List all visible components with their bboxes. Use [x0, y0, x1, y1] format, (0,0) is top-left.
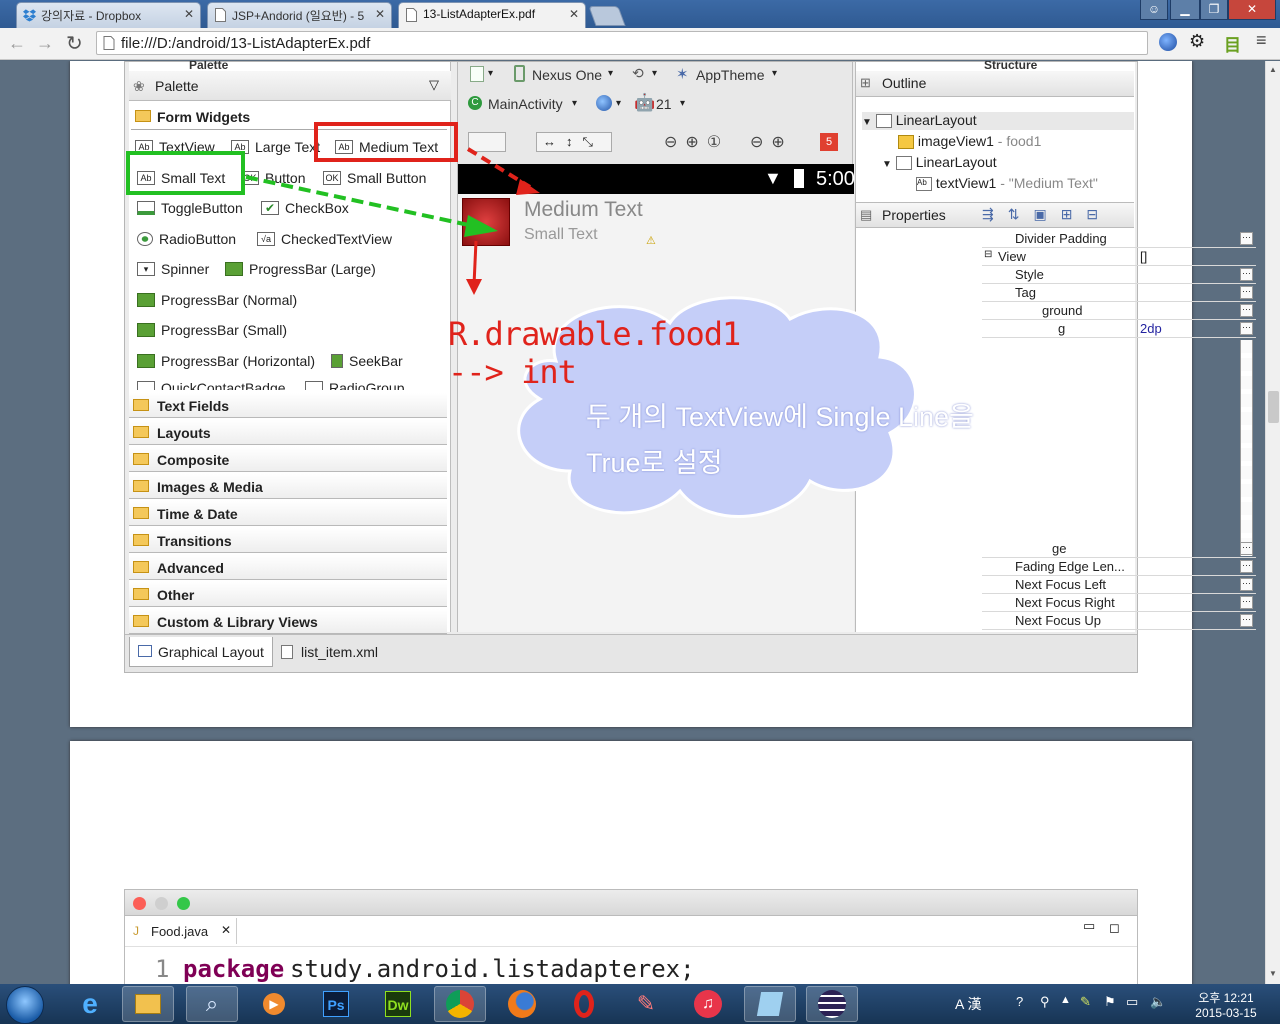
close-traffic-light[interactable]	[133, 897, 146, 910]
clock[interactable]: 오후 12:21 2015-03-15	[1184, 989, 1268, 1020]
more-icon[interactable]: ···	[1240, 322, 1253, 335]
cloud-text-line2: True로 설정	[586, 448, 723, 478]
display-icon[interactable]: ▭	[1126, 994, 1138, 1010]
arrowhead-icon	[466, 279, 482, 295]
back-icon[interactable]: ←	[8, 33, 26, 54]
code-window-titlebar	[125, 890, 1137, 916]
ime-indicator[interactable]: A 漢	[955, 994, 981, 1014]
clock-date: 2015-03-15	[1195, 1006, 1257, 1020]
search-icon[interactable]: ⌕	[186, 986, 238, 1022]
drawable-annotation-2: --> int	[448, 353, 577, 391]
close-icon[interactable]: ✕	[221, 923, 231, 937]
page-icon	[406, 8, 417, 22]
volume-icon[interactable]: 🔈	[1150, 994, 1166, 1010]
line-number: 1	[155, 955, 170, 983]
eclipse-icon[interactable]	[806, 986, 858, 1022]
itunes-icon[interactable]: ♫	[682, 986, 734, 1022]
close-icon[interactable]: ✕	[375, 7, 385, 21]
more-icon[interactable]: ···	[1240, 560, 1253, 573]
drawable-annotation-1: R.drawable.food1	[448, 315, 741, 353]
vertical-scrollbar[interactable]: ▲ ▼	[1265, 61, 1280, 984]
code-editor[interactable]: 1 package study.android.listadapterex;	[125, 946, 1137, 984]
more-buttons-column[interactable]	[1240, 340, 1253, 556]
clock-time: 오후 12:21	[1198, 991, 1254, 1005]
arrowhead-icon	[516, 179, 540, 195]
close-icon[interactable]: ✕	[184, 7, 194, 21]
more-icon[interactable]: ···	[1240, 268, 1253, 281]
pen-icon[interactable]: ✎	[1080, 994, 1091, 1010]
minimize-editor-icon[interactable]: ▭	[1083, 918, 1095, 934]
code-text: study.android.listadapterex;	[290, 955, 695, 983]
arrowhead-icon	[464, 215, 498, 237]
dreamweaver-icon[interactable]: Dw	[372, 986, 424, 1022]
cloud-text-line1: 두 개의 TextView에 Single Line을	[586, 402, 974, 432]
chrome-icon[interactable]	[434, 986, 486, 1022]
maximize-editor-icon[interactable]: ◻	[1109, 920, 1120, 936]
more-icon[interactable]: ···	[1240, 596, 1253, 609]
flag-icon[interactable]: ⚑	[1104, 994, 1116, 1010]
pdf-page: J Food.java ✕ ▭ ◻ 1 package study.androi…	[70, 741, 1192, 984]
tab-jsp-android[interactable]: JSP+Andorid (일요반) - 5 ✕	[207, 2, 392, 28]
address-bar[interactable]: file:///D:/android/13-ListAdapterEx.pdf	[96, 31, 1148, 55]
medium-text-highlight	[314, 122, 458, 162]
user-icon[interactable]: ☺	[1140, 0, 1168, 20]
network-icon[interactable]: ⚲	[1040, 994, 1050, 1010]
help-icon[interactable]: ?	[1016, 994, 1023, 1009]
photoshop-icon[interactable]: Ps	[310, 986, 362, 1022]
tab-food-java[interactable]: J Food.java ✕	[127, 918, 237, 944]
globe-extension-icon[interactable]	[1159, 33, 1177, 51]
reload-icon[interactable]: ↻	[66, 31, 83, 56]
media-icon[interactable]: ▶	[248, 986, 300, 1022]
code-keyword: package	[183, 955, 285, 983]
explorer-icon[interactable]	[122, 986, 174, 1022]
close-window-button[interactable]: ✕	[1228, 0, 1276, 20]
minimize-traffic-light[interactable]	[155, 897, 168, 910]
page-icon	[103, 36, 115, 50]
opera-icon[interactable]	[558, 986, 610, 1022]
browser-tab-strip: 강의자료 - Dropbox ✕ JSP+Andorid (일요반) - 5 ✕…	[0, 0, 1280, 28]
scroll-up-icon[interactable]: ▲	[1269, 65, 1277, 74]
page-icon	[215, 8, 226, 22]
more-icon[interactable]: ···	[1240, 304, 1253, 317]
paint-icon[interactable]: ✎	[620, 986, 672, 1022]
tab-title: 강의자료 - Dropbox	[41, 9, 142, 23]
url-text: file:///D:/android/13-ListAdapterEx.pdf	[121, 35, 371, 52]
more-icon[interactable]: ···	[1240, 542, 1253, 555]
tab-dropbox[interactable]: 강의자료 - Dropbox ✕	[16, 2, 201, 28]
maximize-button[interactable]: ❐	[1200, 0, 1228, 20]
pdf-page: Palette ❀ Palette ▽ Form Widgets Ab TextV…	[70, 61, 1256, 727]
annotation-overlay	[126, 122, 917, 518]
menu-icon[interactable]: ≡	[1256, 30, 1267, 51]
tab-pdf[interactable]: 13-ListAdapterEx.pdf ✕	[398, 2, 586, 28]
tab-title: JSP+Andorid (일요반) - 5	[232, 9, 365, 23]
tab-title: 13-ListAdapterEx.pdf	[423, 7, 536, 21]
more-icon[interactable]: ···	[1240, 286, 1253, 299]
dropbox-icon	[23, 9, 36, 22]
small-text-highlight	[126, 151, 245, 195]
java-file-icon: J	[133, 924, 139, 938]
minimize-button[interactable]: ▁	[1170, 0, 1200, 20]
scroll-down-icon[interactable]: ▼	[1269, 969, 1277, 978]
windows-taskbar: e ⌕ ▶ Ps Dw ✎ ♫ A 漢 ? ⚲ ▲ ✎ ⚑ ▭ 🔈 오후 12:…	[0, 984, 1280, 1024]
code-window: J Food.java ✕ ▭ ◻ 1 package study.androi…	[124, 889, 1138, 984]
extension-icon[interactable]: 目	[1224, 31, 1241, 56]
gear-icon[interactable]: ⚙	[1189, 31, 1205, 52]
pdf-viewer[interactable]: Palette ❀ Palette ▽ Form Widgets Ab TextV…	[0, 61, 1265, 984]
more-icon[interactable]: ···	[1240, 614, 1253, 627]
notepad-icon[interactable]	[744, 986, 796, 1022]
new-tab-button[interactable]	[588, 6, 626, 26]
scrollbar-thumb[interactable]	[1268, 391, 1279, 423]
close-icon[interactable]: ✕	[569, 7, 579, 21]
red-arrow	[472, 240, 478, 286]
tray-expand-icon[interactable]: ▲	[1060, 994, 1071, 1006]
ie-icon[interactable]: e	[64, 986, 116, 1022]
forward-icon[interactable]: →	[36, 33, 54, 54]
more-icon[interactable]: ···	[1240, 578, 1253, 591]
green-dashed-arrow	[245, 175, 479, 229]
firefox-icon[interactable]	[496, 986, 548, 1022]
start-button[interactable]	[6, 986, 44, 1024]
more-icon[interactable]: ···	[1240, 232, 1253, 245]
zoom-traffic-light[interactable]	[177, 897, 190, 910]
